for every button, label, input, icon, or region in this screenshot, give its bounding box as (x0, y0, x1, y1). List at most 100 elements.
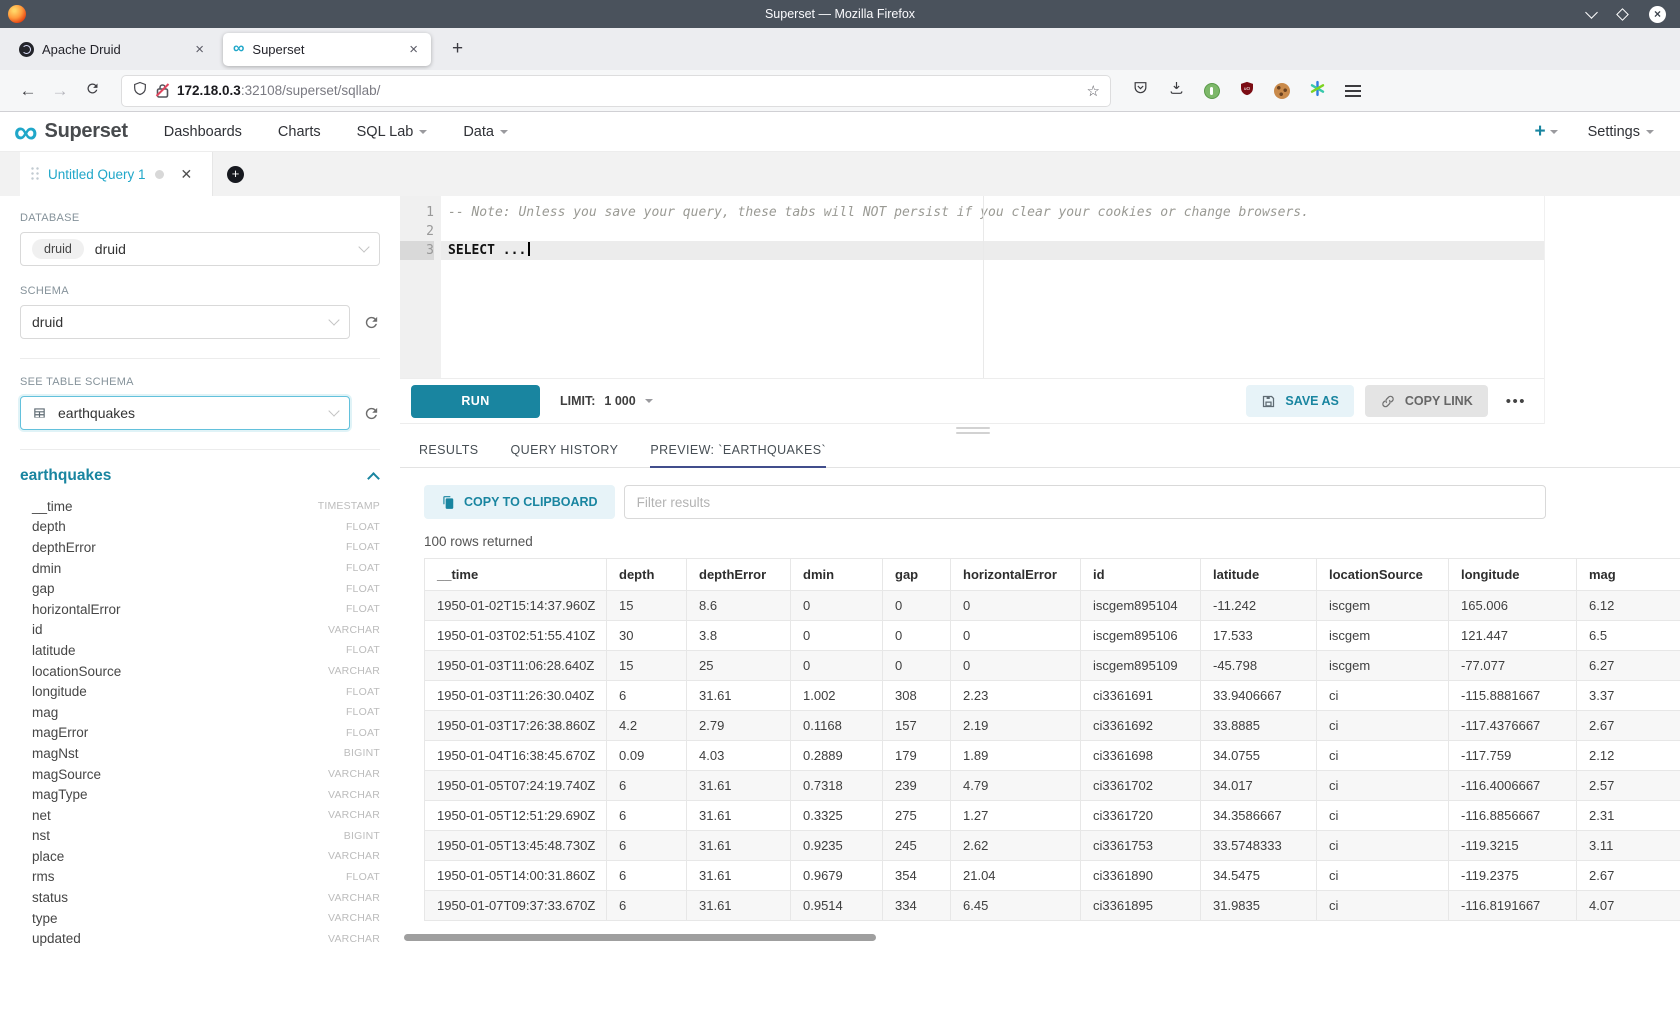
results-column-header[interactable]: horizontalError (951, 559, 1081, 591)
infinity-logo-icon: ∞ (14, 119, 38, 145)
ublock-origin-icon[interactable]: uO (1239, 80, 1255, 102)
save-as-button[interactable]: SAVE AS (1246, 385, 1354, 417)
tab-preview-earthquakes[interactable]: PREVIEW: `EARTHQUAKES` (650, 443, 826, 468)
nav-data[interactable]: Data (463, 124, 508, 140)
address-bar[interactable]: 172.18.0.3:32108/superset/sqllab/ ☆ (122, 76, 1110, 106)
schema-select[interactable]: druid (20, 305, 350, 339)
horizontal-scrollbar[interactable] (404, 934, 876, 941)
bookmark-star-icon[interactable]: ☆ (1087, 82, 1100, 100)
new-item-button[interactable]: + (1534, 121, 1557, 143)
collapse-chevron-icon[interactable] (367, 472, 380, 485)
column-row[interactable]: horizontalErrorFLOAT (20, 599, 380, 620)
colorful-extension-icon[interactable] (1309, 80, 1326, 102)
column-row[interactable]: depthFLOAT (20, 517, 380, 538)
table-schema-title[interactable]: earthquakes (20, 467, 111, 485)
column-row[interactable]: magNstBIGINT (20, 743, 380, 764)
menu-icon[interactable] (1345, 85, 1361, 97)
superset-logo[interactable]: ∞ Superset (14, 119, 128, 145)
window-title-bar: Superset — Mozilla Firefox × (0, 0, 1680, 28)
column-row[interactable]: longitudeFLOAT (20, 681, 380, 702)
table-cell: 31.61 (687, 771, 791, 801)
window-minimize-icon[interactable] (1585, 6, 1598, 19)
new-tab-button[interactable]: + (446, 38, 469, 60)
column-row[interactable]: magFLOAT (20, 702, 380, 723)
results-column-header[interactable]: depthError (687, 559, 791, 591)
copy-link-button[interactable]: COPY LINK (1365, 385, 1488, 417)
reload-button[interactable] (76, 81, 108, 101)
browser-tab-apache-druid[interactable]: Apache Druid × (9, 33, 217, 66)
results-table-container[interactable]: __timedepthdepthErrordmingaphorizontalEr… (424, 558, 1680, 921)
column-row[interactable]: gapFLOAT (20, 578, 380, 599)
table-cell: 0 (883, 621, 951, 651)
tab-query-history[interactable]: QUERY HISTORY (511, 443, 619, 467)
table-cell: 0 (791, 651, 883, 681)
column-type: FLOAT (346, 541, 380, 553)
privacy-extension-icon[interactable] (1204, 83, 1220, 99)
database-select[interactable]: druid druid (20, 232, 380, 266)
table-select[interactable]: earthquakes (20, 396, 350, 430)
results-column-header[interactable]: depth (607, 559, 687, 591)
tab-close-icon[interactable]: × (406, 41, 421, 58)
copy-to-clipboard-button[interactable]: COPY TO CLIPBOARD (424, 485, 615, 519)
results-column-header[interactable]: longitude (1449, 559, 1577, 591)
column-row[interactable]: netVARCHAR (20, 805, 380, 826)
more-options-icon[interactable]: ••• (1506, 393, 1526, 410)
column-row[interactable]: placeVARCHAR (20, 846, 380, 867)
table-row: 1950-01-07T09:37:33.670Z631.610.95143346… (425, 891, 1680, 921)
sql-editor[interactable]: 1 2 3 -- Note: Unless you save your quer… (400, 196, 1544, 378)
nav-dashboards[interactable]: Dashboards (164, 124, 242, 140)
cookie-extension-icon[interactable] (1274, 83, 1290, 99)
column-row[interactable]: __timeTIMESTAMP (20, 496, 380, 517)
results-column-header[interactable]: locationSource (1317, 559, 1449, 591)
column-row[interactable]: typeVARCHAR (20, 908, 380, 929)
column-row[interactable]: depthErrorFLOAT (20, 537, 380, 558)
window-maximize-icon[interactable] (1616, 8, 1629, 21)
column-row[interactable]: magSourceVARCHAR (20, 764, 380, 785)
results-column-header[interactable]: mag (1577, 559, 1680, 591)
results-column-header[interactable]: id (1081, 559, 1201, 591)
table-cell: 2.57 (1577, 771, 1680, 801)
column-row[interactable]: idVARCHAR (20, 620, 380, 641)
results-column-header[interactable]: __time (425, 559, 607, 591)
chevron-down-icon (328, 405, 339, 416)
column-row[interactable]: magTypeVARCHAR (20, 784, 380, 805)
tab-close-icon[interactable]: × (192, 41, 207, 58)
limit-dropdown[interactable]: LIMIT: 1 000 (560, 394, 653, 408)
back-button[interactable]: ← (12, 81, 44, 101)
column-row[interactable]: magErrorFLOAT (20, 723, 380, 744)
window-close-icon[interactable]: × (1649, 6, 1666, 23)
column-row[interactable]: nstBIGINT (20, 826, 380, 847)
browser-tab-superset[interactable]: ∞ Superset × (223, 33, 431, 66)
column-row[interactable]: updatedVARCHAR (20, 928, 380, 949)
refresh-tables-icon[interactable] (363, 405, 380, 422)
forward-button[interactable]: → (44, 81, 76, 101)
insecure-lock-icon[interactable] (156, 83, 169, 98)
query-tab-untitled[interactable]: Untitled Query 1 ✕ (20, 152, 212, 196)
settings-menu[interactable]: Settings (1588, 124, 1654, 140)
nav-sql-lab[interactable]: SQL Lab (357, 124, 428, 140)
column-name: locationSource (32, 664, 121, 679)
shield-icon[interactable] (132, 80, 148, 102)
column-row[interactable]: latitudeFLOAT (20, 640, 380, 661)
column-row[interactable]: dminFLOAT (20, 558, 380, 579)
add-query-tab[interactable]: + (212, 152, 258, 196)
column-row[interactable]: locationSourceVARCHAR (20, 661, 380, 682)
column-row[interactable]: rmsFLOAT (20, 867, 380, 888)
refresh-schema-icon[interactable] (363, 314, 380, 331)
drag-grip-icon[interactable] (31, 166, 39, 182)
downloads-icon[interactable] (1168, 80, 1185, 101)
run-button[interactable]: RUN (411, 385, 540, 418)
query-tab-close-icon[interactable]: ✕ (181, 166, 193, 183)
results-column-header[interactable]: gap (883, 559, 951, 591)
results-column-header[interactable]: dmin (791, 559, 883, 591)
unsaved-dot-icon (155, 170, 164, 179)
results-column-header[interactable]: latitude (1201, 559, 1317, 591)
table-cell: 4.07 (1577, 891, 1680, 921)
pane-resize-handle[interactable] (400, 424, 1545, 437)
settings-label: Settings (1588, 124, 1640, 140)
pocket-icon[interactable] (1132, 80, 1149, 101)
nav-charts[interactable]: Charts (278, 124, 321, 140)
column-row[interactable]: statusVARCHAR (20, 887, 380, 908)
tab-results[interactable]: RESULTS (419, 443, 479, 467)
filter-results-input[interactable] (624, 485, 1546, 519)
